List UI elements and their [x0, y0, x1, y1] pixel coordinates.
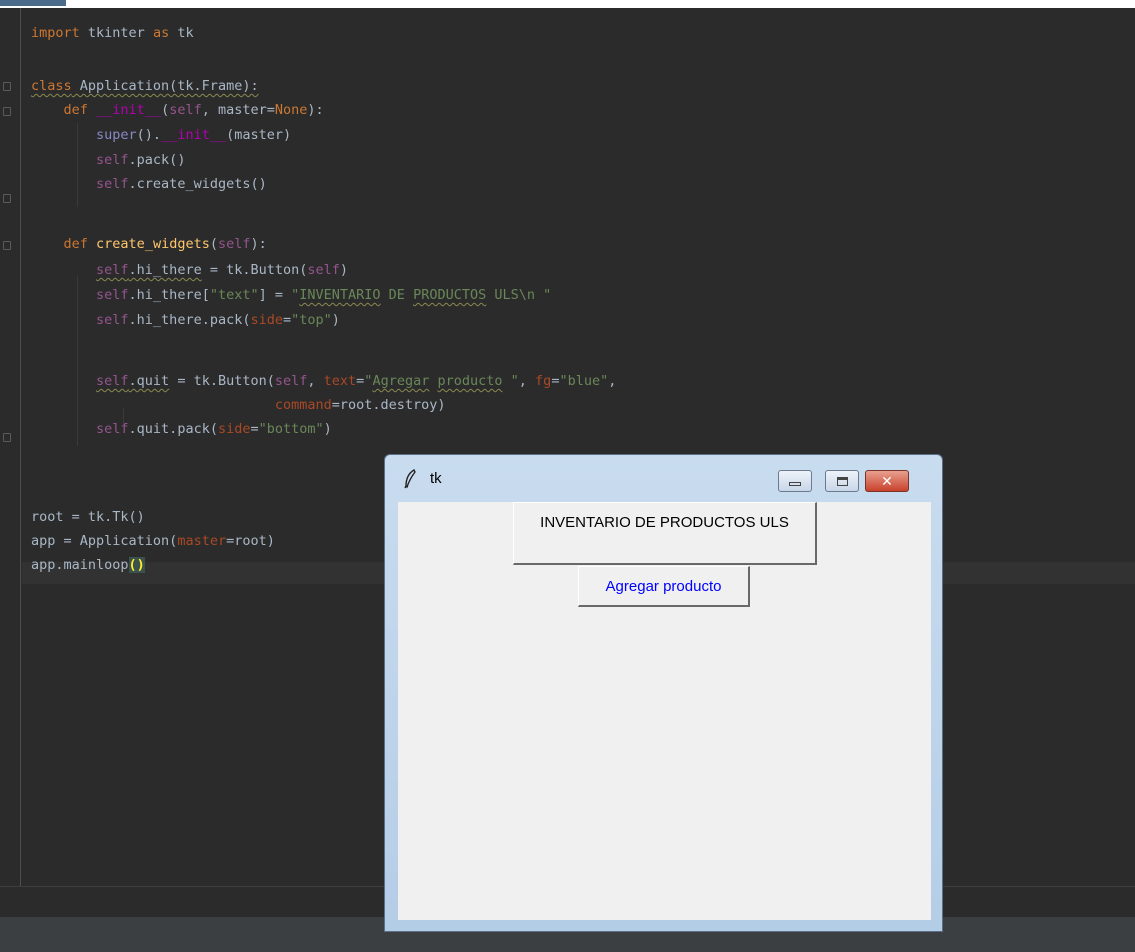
code-line[interactable]: app = Application(master=root) — [31, 530, 275, 552]
fold-marker-icon[interactable] — [3, 107, 11, 116]
code-line[interactable]: self.quit = tk.Button(self, text="Agrega… — [31, 370, 616, 392]
code-line[interactable]: self.hi_there = tk.Button(self) — [31, 259, 348, 281]
window-titlebar[interactable]: tk ✕ — [385, 455, 942, 501]
fold-marker-icon[interactable] — [3, 194, 11, 203]
code-line[interactable]: self.hi_there["text"] = "INVENTARIO DE P… — [31, 284, 551, 306]
code-line[interactable]: self.create_widgets() — [31, 173, 267, 195]
editor-top-strip — [0, 0, 1135, 8]
minimize-button[interactable] — [778, 470, 812, 492]
close-icon: ✕ — [881, 473, 893, 489]
inventario-button-label: INVENTARIO DE PRODUCTOS ULS — [540, 514, 789, 531]
code-line[interactable]: self.hi_there.pack(side="top") — [31, 309, 340, 331]
code-line[interactable]: def create_widgets(self): — [31, 233, 267, 255]
code-line[interactable]: super().__init__(master) — [31, 124, 291, 146]
gutter-line — [20, 8, 21, 886]
agregar-producto-button[interactable]: Agregar producto — [578, 566, 750, 607]
maximize-button[interactable] — [825, 470, 859, 492]
code-line[interactable]: class Application(tk.Frame): — [31, 75, 259, 97]
code-line[interactable]: command=root.destroy) — [31, 394, 446, 416]
agregar-producto-button-label: Agregar producto — [605, 578, 722, 595]
window-client-area: INVENTARIO DE PRODUCTOS ULS Agregar prod… — [398, 502, 931, 920]
feather-icon — [403, 469, 417, 489]
close-button[interactable]: ✕ — [865, 470, 909, 492]
fold-marker-icon[interactable] — [3, 433, 11, 442]
fold-marker-icon[interactable] — [3, 82, 11, 91]
window-title: tk — [430, 470, 442, 487]
code-line[interactable]: self.pack() — [31, 149, 185, 171]
code-line[interactable]: import tkinter as tk — [31, 22, 194, 44]
tk-window[interactable]: tk ✕ INVENTARIO DE PRODUCTOS ULS Agregar… — [384, 454, 943, 932]
code-line[interactable]: def __init__(self, master=None): — [31, 99, 324, 121]
code-line[interactable]: app.mainloop() — [31, 554, 145, 576]
editor-tab-indicator[interactable] — [0, 0, 66, 6]
fold-marker-icon[interactable] — [3, 241, 11, 250]
maximize-icon — [836, 476, 848, 486]
inventario-button[interactable]: INVENTARIO DE PRODUCTOS ULS — [513, 502, 817, 565]
code-line[interactable]: self.quit.pack(side="bottom") — [31, 418, 332, 440]
code-line[interactable]: root = tk.Tk() — [31, 506, 145, 528]
minimize-icon — [789, 482, 801, 486]
